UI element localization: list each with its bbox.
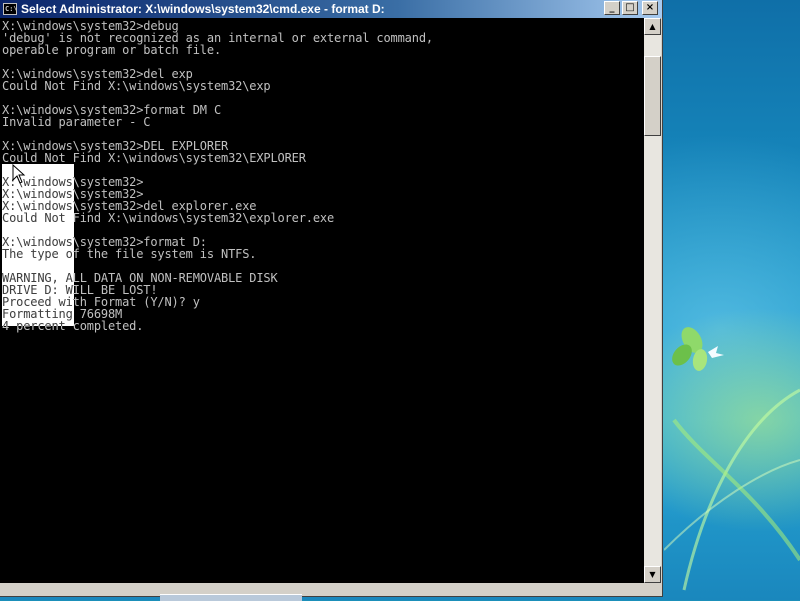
scroll-down-button[interactable]: ▼ [644, 566, 661, 583]
console-line: Could Not Find X:\windows\system32\EXPLO… [2, 151, 306, 165]
cmd-window[interactable]: C:\ Select Administrator: X:\windows\sys… [0, 0, 663, 597]
cmd-icon: C:\ [3, 3, 17, 15]
maximize-button[interactable]: □ [622, 1, 638, 15]
console-line: Could Not Find X:\windows\system32\exp [2, 79, 271, 93]
console-output[interactable]: X:\windows\system32>debug'debug' is not … [0, 18, 644, 583]
scroll-up-button[interactable]: ▲ [644, 18, 661, 35]
window-bottom-border [0, 583, 662, 596]
window-controls: _ □ × [604, 1, 658, 15]
title-bar[interactable]: C:\ Select Administrator: X:\windows\sys… [0, 0, 662, 18]
mouse-pointer-icon [12, 164, 26, 184]
console-line: The type of the file system is NTFS. [2, 247, 257, 261]
console-line: operable program or batch file. [2, 43, 222, 57]
console-line: 4 percent completed. [2, 319, 144, 333]
close-button[interactable]: × [642, 1, 658, 15]
scroll-thumb[interactable] [644, 56, 661, 136]
console-line: Could Not Find X:\windows\system32\explo… [2, 211, 335, 225]
vertical-scrollbar[interactable]: ▲ ▼ [644, 18, 661, 583]
window-title: Select Administrator: X:\windows\system3… [21, 2, 385, 16]
minimize-button[interactable]: _ [604, 1, 620, 15]
console-line: Invalid parameter - C [2, 115, 151, 129]
wallpaper-art [664, 327, 800, 591]
console-text: X:\windows\system32>debug'debug' is not … [2, 20, 433, 332]
